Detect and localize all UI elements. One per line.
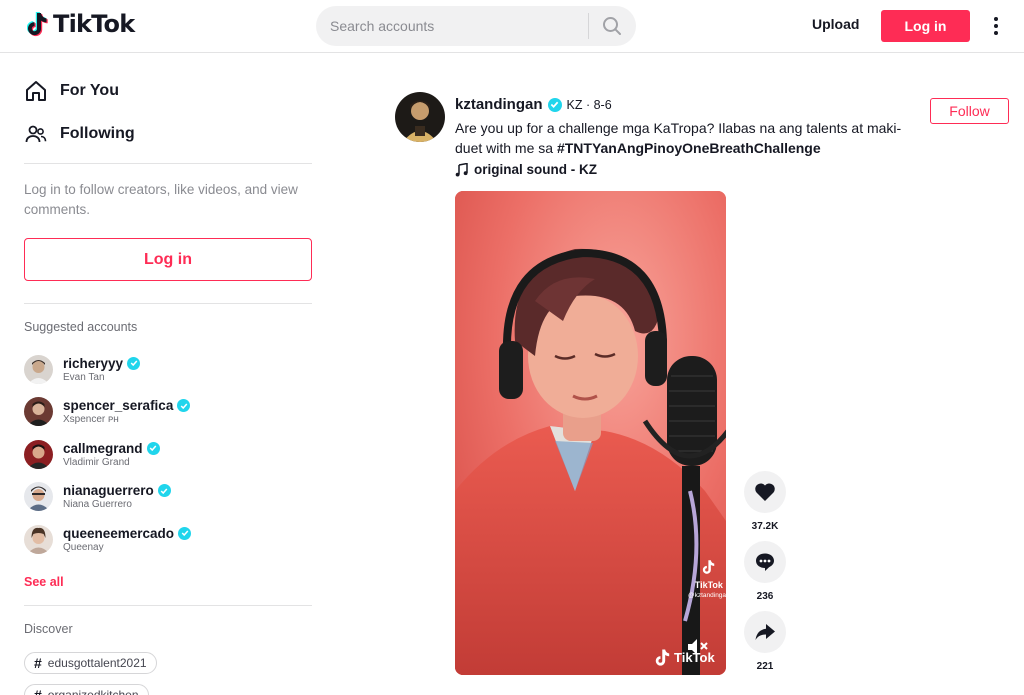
comment-button[interactable]: [744, 541, 786, 583]
search-bar: [316, 6, 636, 46]
comment-action: 236: [744, 541, 786, 602]
post-header: kztandingan KZ · 8-6: [455, 96, 612, 113]
tag-label: organizedkitchen: [47, 687, 139, 695]
account-handle: nianaguerrero: [63, 483, 154, 499]
discover-tag[interactable]: # edusgottalent2021: [24, 651, 157, 674]
tag-label: edusgottalent2021: [47, 655, 147, 670]
account-handle: richeryyy: [63, 355, 124, 371]
follow-button[interactable]: Follow: [930, 98, 1009, 124]
hashtag-icon: #: [34, 686, 42, 695]
discover-tags: # edusgottalent2021 # organizedkitchen: [24, 651, 312, 695]
see-all-link[interactable]: See all: [24, 575, 312, 589]
account-handle: callmegrand: [63, 440, 143, 456]
suggested-accounts-title: Suggested accounts: [24, 320, 138, 334]
video-player[interactable]: [455, 191, 726, 675]
share-count: 221: [756, 661, 774, 672]
nav-label-for-you: For You: [60, 81, 119, 99]
avatar: [24, 354, 53, 384]
post-author-handle[interactable]: kztandingan: [455, 96, 543, 113]
verified-badge-icon: [127, 356, 141, 370]
comment-count: 236: [756, 591, 774, 602]
like-button[interactable]: [744, 471, 786, 513]
tiktok-note-icon: [26, 11, 49, 37]
post-sound-link[interactable]: original sound - KZ: [455, 162, 597, 177]
account-nickname: Niana Guerrero: [63, 499, 132, 511]
heart-icon: [755, 483, 775, 501]
discover-tag[interactable]: # organizedkitchen: [24, 683, 149, 695]
video-watermark-large: TikTok: [655, 648, 715, 667]
tiktok-note-icon: [702, 560, 715, 574]
verified-badge-icon: [547, 97, 562, 112]
sidebar-login-button[interactable]: Log in: [24, 238, 312, 281]
account-nickname: Xspencer ᴘʜ: [63, 414, 119, 426]
suggested-account-callmegrand[interactable]: callmegrand Vladimir Grand: [24, 433, 312, 476]
share-action: 221: [744, 611, 786, 672]
tiktok-logo[interactable]: TikTok: [26, 10, 135, 38]
account-nickname: Evan Tan: [63, 371, 105, 383]
header-login-button[interactable]: Log in: [881, 10, 970, 42]
avatar: [24, 482, 53, 512]
home-icon: [26, 80, 46, 101]
watermark-user: @kztandingan: [688, 592, 730, 599]
account-nickname: Queenay: [63, 541, 104, 553]
post-description: Are you up for a challenge mga KaTropa? …: [455, 118, 905, 158]
search-icon: [603, 17, 621, 35]
search-input[interactable]: [316, 18, 588, 34]
nav-for-you[interactable]: For You: [24, 69, 312, 112]
post-meta: KZ · 8-6: [566, 97, 612, 112]
comment-icon: [756, 553, 774, 571]
verified-badge-icon: [157, 484, 171, 498]
suggested-account-nianaguerrero[interactable]: nianaguerrero Niana Guerrero: [24, 476, 312, 519]
avatar: [24, 439, 53, 469]
account-handle: queeneemercado: [63, 525, 175, 541]
share-arrow-icon: [755, 624, 775, 640]
logo-text: TikTok: [53, 10, 135, 38]
watermark-large-text: TikTok: [674, 650, 715, 665]
suggested-account-queeneemercado[interactable]: queeneemercado Queenay: [24, 518, 312, 561]
avatar: [24, 397, 53, 427]
divider: [24, 303, 312, 304]
share-button[interactable]: [744, 611, 786, 653]
watermark-text: TikTok: [694, 580, 723, 590]
users-icon: [25, 125, 47, 142]
upload-link[interactable]: Upload: [812, 16, 859, 32]
suggested-account-spencer-serafica[interactable]: spencer_serafica Xspencer ᴘʜ: [24, 391, 312, 434]
login-hint: Log in to follow creators, like videos, …: [24, 182, 298, 217]
like-action: 37.2K: [744, 471, 786, 532]
account-handle: spencer_serafica: [63, 398, 174, 414]
video-frame-image: [455, 191, 726, 675]
divider: [24, 163, 312, 164]
nav-label-following: Following: [60, 124, 135, 142]
verified-badge-icon: [177, 399, 191, 413]
divider: [24, 604, 312, 606]
verified-badge-icon: [178, 526, 192, 540]
like-count: 37.2K: [751, 521, 779, 532]
post-sound-label: original sound - KZ: [474, 162, 597, 177]
music-note-icon: [455, 162, 468, 176]
post-hashtag-link[interactable]: #TNTYanAngPinoyOneBreathChallenge: [557, 140, 821, 156]
account-nickname: Vladimir Grand: [63, 456, 130, 468]
top-header: TikTok Upload Log in: [0, 0, 1024, 53]
nav-following[interactable]: Following: [24, 112, 312, 155]
post-author-avatar[interactable]: [395, 92, 445, 142]
suggested-account-richeryyy[interactable]: richeryyy Evan Tan: [24, 348, 312, 391]
search-button[interactable]: [589, 6, 635, 46]
hashtag-icon: #: [34, 654, 42, 671]
sidebar: For You Following Log in to follow creat…: [24, 53, 312, 695]
discover-title: Discover: [24, 621, 73, 636]
tiktok-note-icon: [655, 649, 670, 666]
more-options-icon[interactable]: [986, 14, 1006, 38]
video-watermark-small: TikTok @kztandingan: [688, 559, 730, 599]
verified-badge-icon: [146, 441, 160, 455]
avatar: [24, 524, 53, 554]
